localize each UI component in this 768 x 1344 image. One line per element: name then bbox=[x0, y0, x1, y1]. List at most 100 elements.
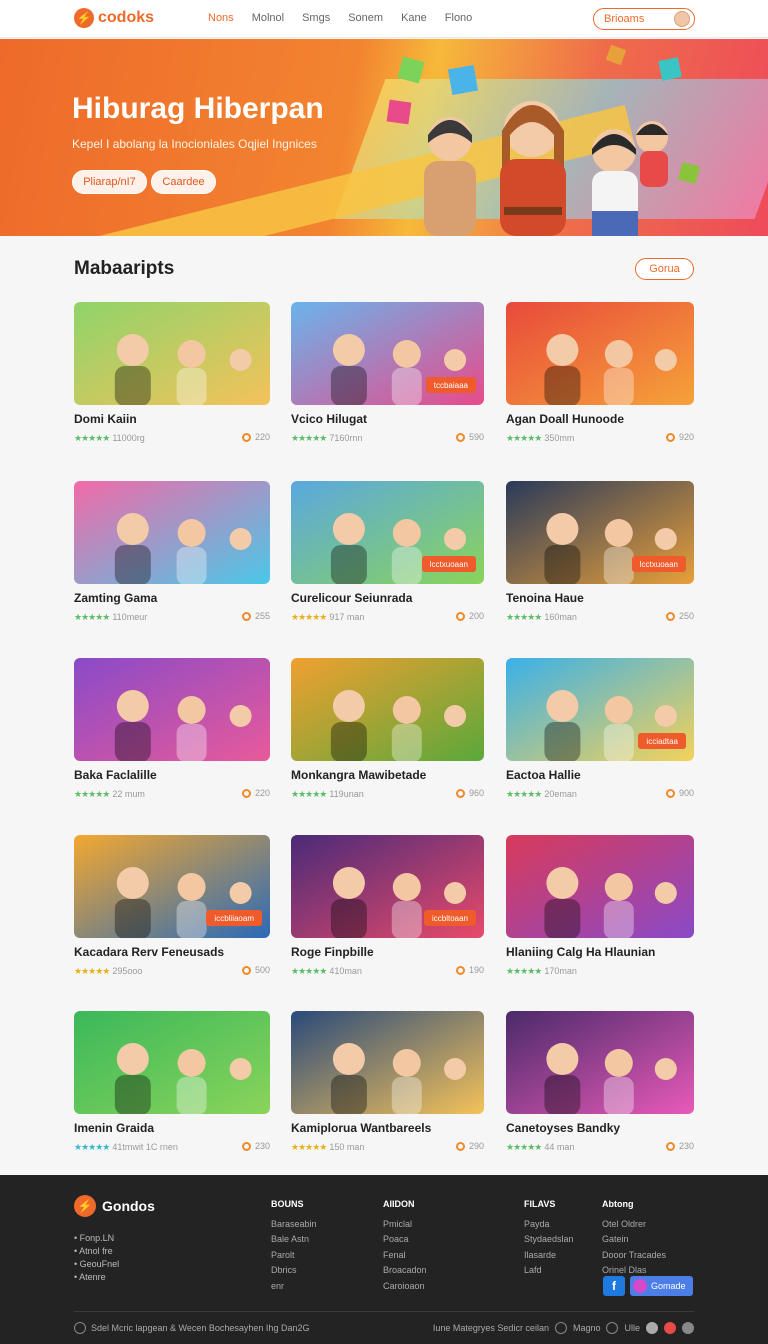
footer-link[interactable]: Otel Oldrer bbox=[602, 1217, 666, 1233]
game-card[interactable]: Monkangra Mawibetade ★★★★★ 119unan 960 bbox=[291, 658, 484, 800]
game-thumbnail[interactable]: icciadtaa bbox=[506, 658, 694, 761]
circle-icon[interactable] bbox=[646, 1322, 658, 1334]
coin-count-value: 250 bbox=[678, 611, 694, 621]
coin-count-value: 230 bbox=[678, 1141, 694, 1151]
footer-bottom-text[interactable]: Iune Mategryes Sedicr ceilan bbox=[433, 1323, 549, 1333]
game-thumbnail[interactable] bbox=[506, 302, 694, 405]
footer-link[interactable]: Ilasarde bbox=[524, 1248, 574, 1264]
footer-bullet[interactable]: • Fonp.LN bbox=[74, 1232, 119, 1245]
game-card[interactable]: Domi Kaiin ★★★★★ 11000rg 220 bbox=[74, 302, 270, 444]
nav-item[interactable]: Nons bbox=[208, 12, 234, 24]
footer-bottom-tail[interactable]: Ulle bbox=[624, 1323, 640, 1333]
game-thumbnail[interactable] bbox=[291, 658, 484, 761]
brand-logo[interactable]: ⚡ codoks bbox=[74, 8, 154, 28]
footer-bullet[interactable]: • GeouFnel bbox=[74, 1258, 119, 1271]
hero-primary-button[interactable]: Pliarap/nI7 bbox=[72, 170, 147, 194]
circle-icon[interactable] bbox=[682, 1322, 694, 1334]
nav-item[interactable]: Flono bbox=[445, 12, 473, 24]
game-card[interactable]: Zamting Gama ★★★★★ 110meur 255 bbox=[74, 481, 270, 623]
card-plays: 119unan bbox=[329, 789, 364, 799]
game-thumbnail[interactable] bbox=[74, 658, 270, 761]
footer-link[interactable]: Stydaedslan bbox=[524, 1232, 574, 1248]
footer-link[interactable]: Bale Astn bbox=[271, 1232, 317, 1248]
nav-item[interactable]: Smgs bbox=[302, 12, 330, 24]
coin-count-value: 190 bbox=[468, 965, 484, 975]
nav-item[interactable]: Kane bbox=[401, 12, 427, 24]
card-meta: ★★★★★ 7160rnn 590 bbox=[291, 432, 484, 444]
card-badge: tccbaiaaa bbox=[425, 377, 476, 393]
rating-stars-icon: ★★★★★ bbox=[291, 611, 327, 622]
card-plays: 110meur bbox=[112, 612, 148, 622]
footer-bullet[interactable]: • Atenre bbox=[74, 1271, 119, 1284]
footer-column: Abtong Otel Oldrer Gatein Dooor Tracades… bbox=[602, 1197, 666, 1279]
footer-link[interactable]: Dooor Tracades bbox=[602, 1248, 666, 1264]
card-meta: ★★★★★ 170man bbox=[506, 965, 694, 977]
game-card[interactable]: Canetoyses Bandky ★★★★★ 44 man 230 bbox=[506, 1011, 694, 1153]
game-thumbnail-art bbox=[506, 1011, 694, 1114]
game-card[interactable]: iccbltoaan Roge Finpbille ★★★★★ 410man 190 bbox=[291, 835, 484, 977]
copyright-text: Sdel Mcric lapgean & Wecen Bochesayhen I… bbox=[91, 1323, 310, 1333]
coin-count-value: 590 bbox=[468, 432, 484, 442]
coin-count-value: 500 bbox=[254, 965, 270, 975]
footer-link[interactable]: Payda bbox=[524, 1217, 574, 1233]
main-nav: Nons Molnol Smgs Sonem Kane Flono bbox=[208, 12, 472, 24]
game-card[interactable]: Agan Doall Hunoode ★★★★★ 350mm 920 bbox=[506, 302, 694, 444]
nav-item[interactable]: Molnol bbox=[252, 12, 284, 24]
game-card[interactable]: Hlaniing Calg Ha Hlaunian ★★★★★ 170man bbox=[506, 835, 694, 977]
footer-link[interactable]: Broacadon bbox=[383, 1263, 427, 1279]
footer-link[interactable]: Caroioaon bbox=[383, 1279, 427, 1295]
game-thumbnail[interactable] bbox=[74, 481, 270, 584]
game-thumbnail[interactable]: lcctxuoaan bbox=[291, 481, 484, 584]
game-thumbnail[interactable] bbox=[291, 1011, 484, 1114]
footer-link[interactable]: Poaca bbox=[383, 1232, 427, 1248]
game-thumbnail[interactable] bbox=[506, 1011, 694, 1114]
game-card[interactable]: Baka Faclalille ★★★★★ 22 mum 220 bbox=[74, 658, 270, 800]
footer-bullet[interactable]: • Atnol fre bbox=[74, 1245, 119, 1258]
game-thumbnail[interactable]: iccbltoaan bbox=[291, 835, 484, 938]
game-thumbnail[interactable] bbox=[74, 302, 270, 405]
footer-link[interactable]: Lafd bbox=[524, 1263, 574, 1279]
coin-count-value: 290 bbox=[468, 1141, 484, 1151]
card-meta: ★★★★★ 41tmwit 1C rnen 230 bbox=[74, 1141, 270, 1153]
footer-link[interactable]: Pmiclal bbox=[383, 1217, 427, 1233]
footer-link[interactable]: Baraseabin bbox=[271, 1217, 317, 1233]
hero-secondary-button[interactable]: Caardee bbox=[151, 170, 216, 194]
game-card[interactable]: lcctxuoaan Curelicour Seiunrada ★★★★★ 917 m… bbox=[291, 481, 484, 623]
game-card[interactable]: Kamiplorua Wantbareels ★★★★★ 150 man 290 bbox=[291, 1011, 484, 1153]
rating-stars-icon: ★★★★★ bbox=[506, 965, 542, 976]
game-thumbnail[interactable] bbox=[74, 1011, 270, 1114]
game-card[interactable]: tccbaiaaa Vcico Hilugat ★★★★★ 7160rnn 590 bbox=[291, 302, 484, 444]
game-thumbnail[interactable]: iccbliiaoam bbox=[74, 835, 270, 938]
language-link[interactable]: Magno bbox=[573, 1323, 601, 1333]
see-more-button[interactable]: Gorua bbox=[635, 258, 694, 280]
game-thumbnail[interactable] bbox=[506, 835, 694, 938]
nav-item[interactable]: Sonem bbox=[348, 12, 383, 24]
account-button[interactable]: Brioams bbox=[593, 8, 695, 30]
card-title: Tenoina Haue bbox=[506, 591, 584, 605]
footer-column: FILAVS Payda Stydaedslan Ilasarde Lafd bbox=[524, 1197, 574, 1279]
footer-column: BOUNS Baraseabin Bale Astn Parolt Dbrics… bbox=[271, 1197, 317, 1294]
card-meta: ★★★★★ 110meur 255 bbox=[74, 611, 270, 623]
account-label: Brioams bbox=[604, 13, 645, 25]
record-icon[interactable] bbox=[664, 1322, 676, 1334]
coin-icon bbox=[455, 965, 465, 975]
footer-link[interactable]: Dbrics bbox=[271, 1263, 317, 1279]
social-pill-button[interactable]: Gomade bbox=[630, 1276, 693, 1296]
hero-banner: Hiburag Hiberpan Kepel I abolang la Inoc… bbox=[0, 39, 768, 236]
game-card[interactable]: iccbliiaoam Kacadara Rerv Feneusads ★★★★★ 2… bbox=[74, 835, 270, 977]
card-meta: ★★★★★ 410man 190 bbox=[291, 965, 484, 977]
footer-logo[interactable]: ⚡ Gondos bbox=[74, 1195, 155, 1217]
game-card[interactable]: lcctxuoaan Tenoina Haue ★★★★★ 160man 250 bbox=[506, 481, 694, 623]
game-card[interactable]: icciadtaa Eactoa Hallie ★★★★★ 20eman 900 bbox=[506, 658, 694, 800]
game-thumbnail[interactable]: tccbaiaaa bbox=[291, 302, 484, 405]
footer-link[interactable]: Fenal bbox=[383, 1248, 427, 1264]
game-card[interactable]: Imenin Graida ★★★★★ 41tmwit 1C rnen 230 bbox=[74, 1011, 270, 1153]
footer-link[interactable]: enr bbox=[271, 1279, 317, 1295]
facebook-icon[interactable]: f bbox=[603, 1276, 625, 1296]
card-meta: ★★★★★ 150 man 290 bbox=[291, 1141, 484, 1153]
footer-link[interactable]: Parolt bbox=[271, 1248, 317, 1264]
game-thumbnail[interactable]: lcctxuoaan bbox=[506, 481, 694, 584]
hero-illustration bbox=[386, 44, 701, 236]
footer-link[interactable]: Gatein bbox=[602, 1232, 666, 1248]
card-badge: icciadtaa bbox=[638, 733, 686, 749]
